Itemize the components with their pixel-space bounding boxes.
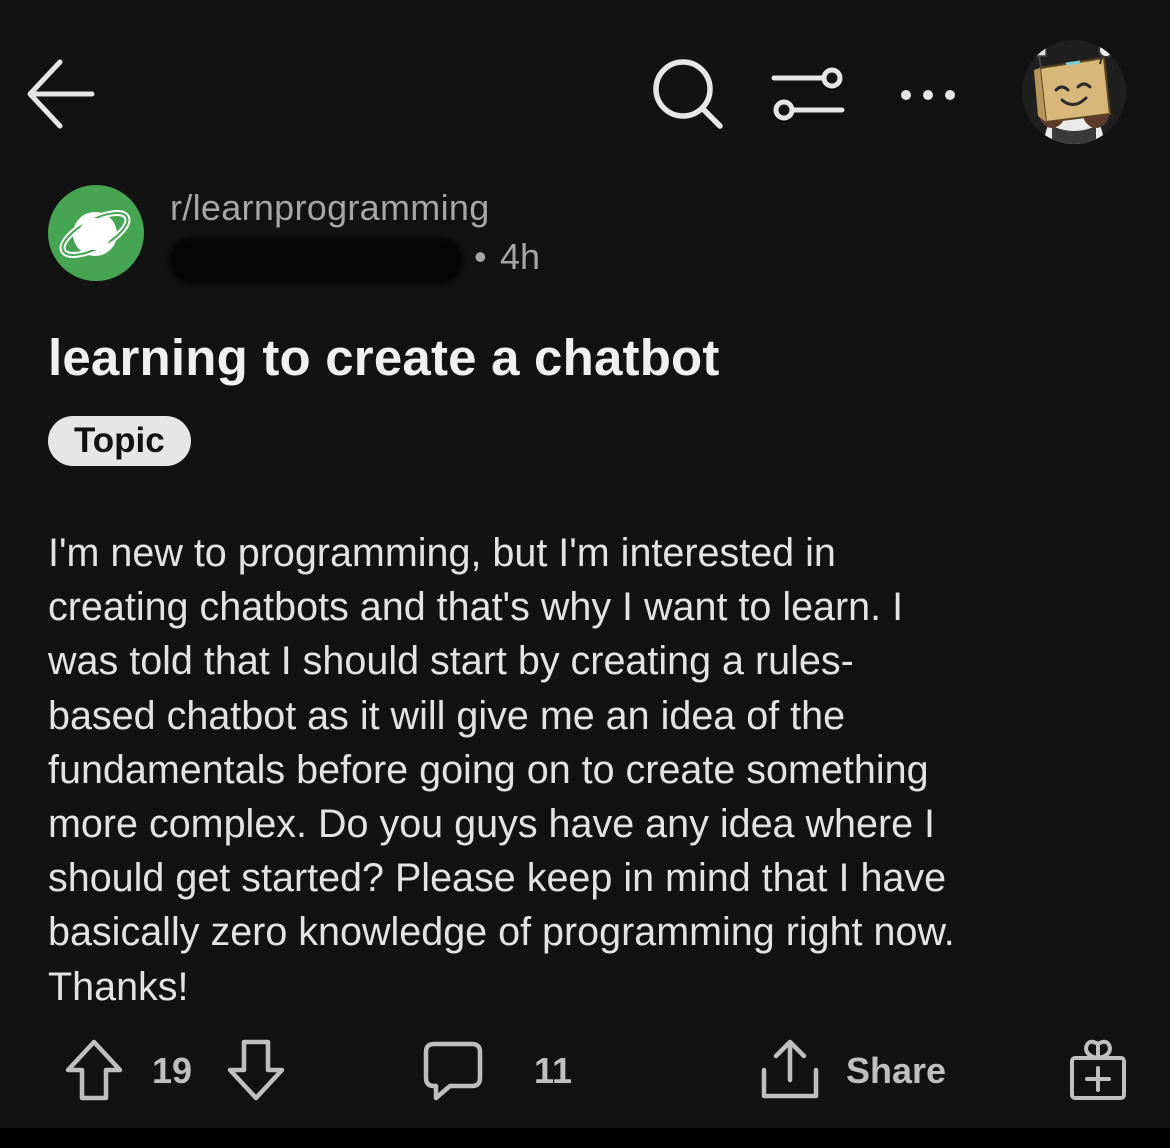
post-time: 4h	[500, 236, 541, 277]
post-meta: • 4h	[170, 236, 590, 284]
post-flair[interactable]: Topic	[48, 416, 191, 466]
meta-separator: •	[474, 236, 487, 277]
downvote-button[interactable]	[224, 1038, 288, 1102]
award-button[interactable]	[1066, 1036, 1130, 1104]
upvote-button[interactable]	[62, 1038, 126, 1102]
bottom-divider	[0, 1128, 1170, 1148]
filter-button[interactable]	[770, 62, 846, 128]
redacted-username	[170, 238, 462, 284]
post-body: I'm new to programming, but I'm interest…	[48, 531, 955, 1009]
back-button[interactable]	[22, 56, 98, 132]
arrow-up-icon	[65, 1039, 123, 1101]
more-horizontal-icon	[901, 90, 955, 100]
vote-score: 19	[152, 1050, 193, 1091]
vote-group: 19	[62, 1038, 292, 1104]
box-head-avatar-image	[1022, 40, 1126, 144]
gift-icon	[1070, 1039, 1126, 1100]
share-button[interactable]: Share	[756, 1036, 956, 1104]
share-label: Share	[846, 1050, 947, 1091]
search-button[interactable]	[650, 56, 726, 132]
subreddit-icon[interactable]	[48, 185, 144, 281]
post-page: r/learnprogramming • 4h learning to crea…	[0, 0, 1170, 1148]
arrow-down-icon	[227, 1039, 285, 1101]
post-title: learning to create a chatbot	[48, 329, 720, 386]
more-options-button[interactable]	[892, 78, 964, 112]
planet-icon	[59, 210, 131, 258]
comments-button[interactable]: 11	[420, 1038, 590, 1104]
sliders-icon	[771, 67, 845, 121]
subreddit-name[interactable]: r/learnprogramming	[170, 187, 490, 229]
user-avatar[interactable]	[1022, 40, 1126, 144]
comment-bubble-icon	[423, 1041, 483, 1101]
arrow-left-icon	[27, 59, 95, 129]
share-icon	[761, 1039, 819, 1099]
comment-count: 11	[534, 1050, 573, 1091]
search-icon	[653, 59, 723, 129]
